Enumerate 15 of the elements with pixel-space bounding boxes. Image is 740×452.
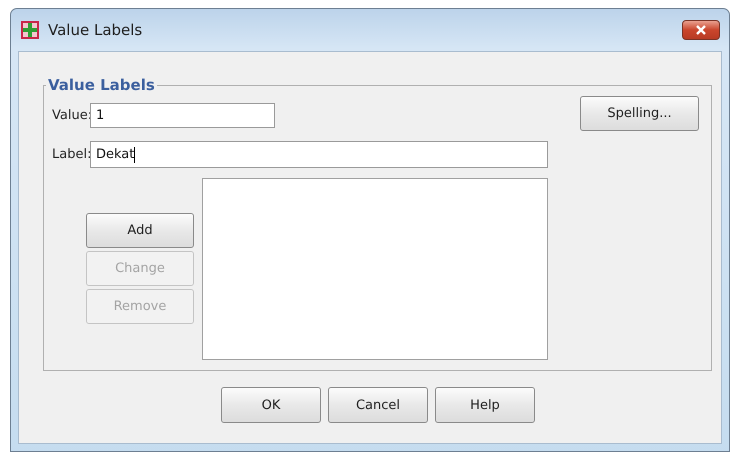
app-icon (20, 20, 40, 40)
dialog-button[interactable]: Cancel (328, 387, 428, 423)
close-button[interactable] (682, 20, 720, 40)
close-icon (695, 25, 707, 35)
group-title: Value Labels (47, 76, 156, 94)
dialog-button[interactable]: OK (221, 387, 321, 423)
dialog-button[interactable]: Help (435, 387, 535, 423)
text-caret (134, 146, 136, 162)
field-label: Label: (52, 147, 90, 162)
text-field[interactable]: Dekat (90, 141, 548, 168)
action-button[interactable]: Add (86, 213, 194, 248)
text-field[interactable]: 1 (90, 103, 275, 128)
window-title: Value Labels (48, 21, 144, 39)
field-label: Value: (52, 108, 90, 123)
spelling-button[interactable]: Spelling... (580, 96, 699, 131)
